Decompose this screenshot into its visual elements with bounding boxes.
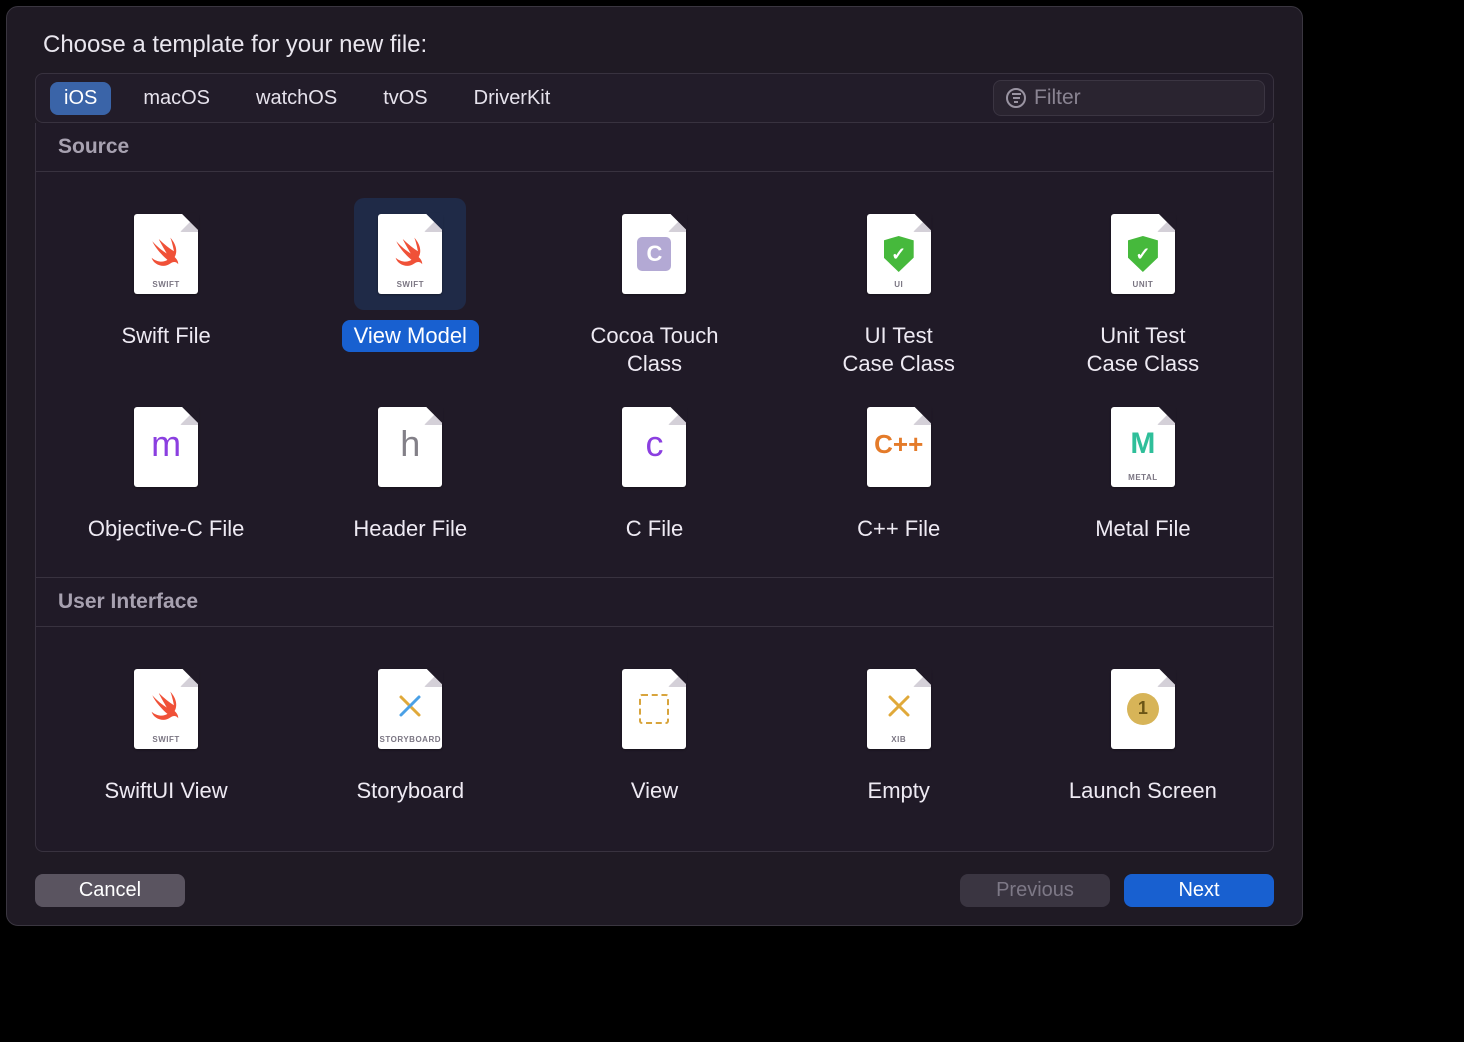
template-item[interactable]: MMETAL Metal File	[1021, 383, 1265, 549]
platform-tabs: iOS macOS watchOS tvOS DriverKit	[44, 82, 564, 115]
template-item[interactable]: XIB Empty	[777, 645, 1021, 811]
tab-macos[interactable]: macOS	[129, 82, 224, 115]
template-grid: SWIFT Swift File SWIFT View Model C Cocoa Tou…	[36, 172, 1273, 577]
template-item[interactable]: h Header File	[288, 383, 532, 549]
file-badge: UI	[894, 280, 903, 289]
swift-file-icon: SWIFT	[354, 198, 466, 310]
template-item[interactable]: SWIFT Swift File	[44, 190, 288, 383]
metal-file-icon: MMETAL	[1087, 391, 1199, 503]
template-label: C++ File	[845, 513, 952, 545]
cpp-file-icon: C++	[843, 391, 955, 503]
template-label: Launch Screen	[1057, 775, 1229, 807]
c-file-icon: c	[598, 391, 710, 503]
template-item[interactable]: c C File	[532, 383, 776, 549]
cocoa-file-icon: C	[598, 198, 710, 310]
section-header: User Interface	[36, 577, 1273, 627]
template-label: Unit Test Case Class	[1075, 320, 1211, 379]
filter-input[interactable]	[1034, 86, 1252, 110]
file-badge: STORYBOARD	[380, 735, 441, 744]
template-item[interactable]: UI UI Test Case Class	[777, 190, 1021, 383]
template-item[interactable]: SWIFT View Model	[288, 190, 532, 383]
file-badge: SWIFT	[397, 280, 424, 289]
tab-tvos[interactable]: tvOS	[369, 82, 441, 115]
template-grid: SWIFT SwiftUI View STORYBOARD Storyboard Vie…	[36, 627, 1273, 839]
template-item[interactable]: 1 Launch Screen	[1021, 645, 1265, 811]
filter-icon	[1006, 88, 1026, 108]
template-label: Empty	[856, 775, 942, 807]
swift-file-icon: SWIFT	[110, 653, 222, 765]
template-label: UI Test Case Class	[830, 320, 966, 379]
template-item[interactable]: STORYBOARD Storyboard	[288, 645, 532, 811]
template-label: Cocoa Touch Class	[578, 320, 730, 379]
file-badge: XIB	[891, 735, 906, 744]
swift-file-icon: SWIFT	[110, 198, 222, 310]
file-badge: SWIFT	[152, 280, 179, 289]
storyboard-file-icon: STORYBOARD	[354, 653, 466, 765]
h-file-icon: h	[354, 391, 466, 503]
template-label: Metal File	[1083, 513, 1202, 545]
xib-file-icon: XIB	[843, 653, 955, 765]
template-item[interactable]: m Objective-C File	[44, 383, 288, 549]
footer: Cancel Previous Next	[35, 874, 1274, 907]
filter-field[interactable]	[993, 80, 1265, 116]
template-list: Source SWIFT Swift File SWIFT View Model C Coc…	[35, 123, 1274, 852]
view-file-icon	[598, 653, 710, 765]
template-label: Swift File	[109, 320, 222, 352]
cancel-button[interactable]: Cancel	[35, 874, 185, 907]
template-label: SwiftUI View	[93, 775, 240, 807]
next-button[interactable]: Next	[1124, 874, 1274, 907]
tab-driverkit[interactable]: DriverKit	[460, 82, 565, 115]
shield-file-icon: UI	[843, 198, 955, 310]
file-badge: METAL	[1128, 473, 1157, 482]
shield-file-icon: UNIT	[1087, 198, 1199, 310]
new-file-sheet: Choose a template for your new file: iOS…	[6, 6, 1303, 926]
template-item[interactable]: View	[532, 645, 776, 811]
sheet-title: Choose a template for your new file:	[43, 31, 1266, 59]
template-label: View	[619, 775, 690, 807]
template-label: C File	[614, 513, 695, 545]
template-label: Storyboard	[344, 775, 476, 807]
toolbar: iOS macOS watchOS tvOS DriverKit	[35, 73, 1274, 123]
template-item[interactable]: UNIT Unit Test Case Class	[1021, 190, 1265, 383]
template-label: Objective-C File	[76, 513, 256, 545]
template-label: View Model	[342, 320, 479, 352]
tab-ios[interactable]: iOS	[50, 82, 111, 115]
template-label: Header File	[341, 513, 479, 545]
launch-file-icon: 1	[1087, 653, 1199, 765]
template-item[interactable]: C Cocoa Touch Class	[532, 190, 776, 383]
section-header: Source	[36, 123, 1273, 172]
template-item[interactable]: SWIFT SwiftUI View	[44, 645, 288, 811]
m-file-icon: m	[110, 391, 222, 503]
tab-watchos[interactable]: watchOS	[242, 82, 351, 115]
file-badge: UNIT	[1133, 280, 1154, 289]
template-item[interactable]: C++ C++ File	[777, 383, 1021, 549]
file-badge: SWIFT	[152, 735, 179, 744]
previous-button: Previous	[960, 874, 1110, 907]
